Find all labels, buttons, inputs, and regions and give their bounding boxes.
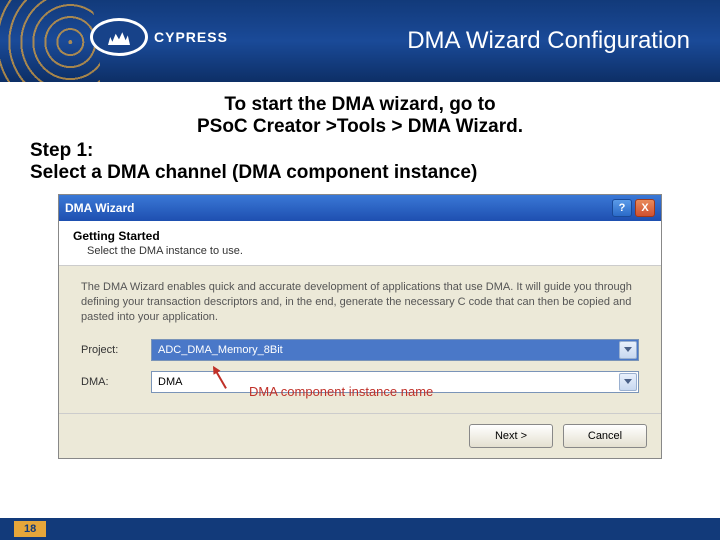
cancel-button-label: Cancel xyxy=(588,430,622,442)
close-icon: X xyxy=(641,202,648,214)
corner-decoration xyxy=(0,0,100,82)
page-number: 18 xyxy=(14,521,46,537)
wizard-description: The DMA Wizard enables quick and accurat… xyxy=(81,280,639,325)
step-text: Select a DMA channel (DMA component inst… xyxy=(30,162,690,184)
next-button[interactable]: Next > xyxy=(469,424,553,448)
slide-footer: 18 xyxy=(0,518,720,540)
logo-text: CYPRESS xyxy=(154,29,228,45)
wizard-footer: Next > Cancel xyxy=(59,413,661,458)
wizard-window-title: DMA Wizard xyxy=(65,201,609,215)
dma-label: DMA: xyxy=(81,376,141,388)
callout-text: DMA component instance name xyxy=(249,384,433,400)
slide-content: To start the DMA wizard, go to PSoC Crea… xyxy=(0,82,720,459)
wizard-header-subtitle: Select the DMA instance to use. xyxy=(87,245,647,257)
intro-line-2: PSoC Creator >Tools > DMA Wizard. xyxy=(30,116,690,138)
help-button[interactable]: ? xyxy=(612,199,632,217)
step-label: Step 1: xyxy=(30,140,690,162)
logo-icon xyxy=(90,18,148,56)
chevron-down-icon[interactable] xyxy=(619,341,637,359)
dma-value: DMA xyxy=(158,376,182,388)
slide-title: DMA Wizard Configuration xyxy=(407,27,690,55)
chevron-down-icon[interactable] xyxy=(619,373,637,391)
intro-line-1: To start the DMA wizard, go to xyxy=(30,94,690,116)
project-field-row: Project: ADC_DMA_Memory_8Bit xyxy=(81,339,639,361)
cancel-button[interactable]: Cancel xyxy=(563,424,647,448)
project-label: Project: xyxy=(81,344,141,356)
help-icon: ? xyxy=(619,202,626,214)
slide-header: CYPRESS DMA Wizard Configuration xyxy=(0,0,720,82)
logo: CYPRESS xyxy=(90,18,228,56)
wizard-body: The DMA Wizard enables quick and accurat… xyxy=(59,266,661,413)
wizard-header-title: Getting Started xyxy=(73,229,647,243)
wizard-titlebar[interactable]: DMA Wizard ? X xyxy=(59,195,661,221)
next-button-label: Next > xyxy=(495,430,527,442)
wizard-window: DMA Wizard ? X Getting Started Select th… xyxy=(58,194,662,459)
project-value: ADC_DMA_Memory_8Bit xyxy=(158,344,283,356)
wizard-header-band: Getting Started Select the DMA instance … xyxy=(59,221,661,266)
close-button[interactable]: X xyxy=(635,199,655,217)
project-combo[interactable]: ADC_DMA_Memory_8Bit xyxy=(151,339,639,361)
